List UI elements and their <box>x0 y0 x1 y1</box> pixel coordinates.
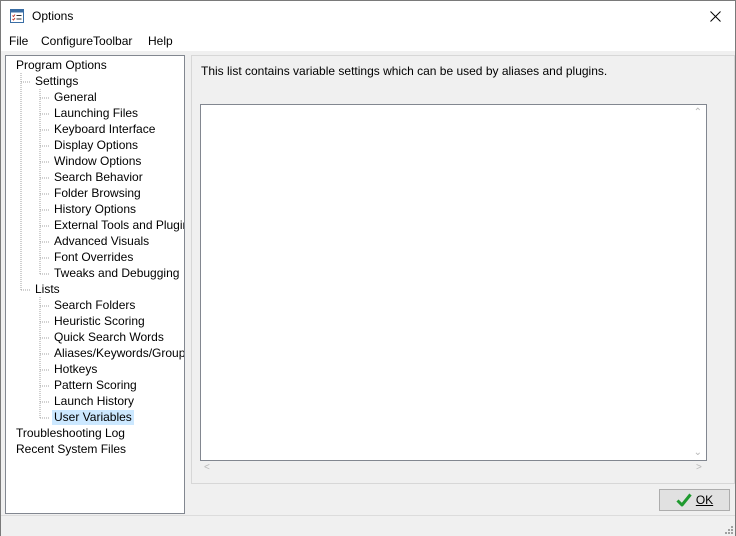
tree-node[interactable]: Recent System Files <box>14 442 128 457</box>
settings-panel: This list contains variable settings whi… <box>191 55 735 484</box>
scroll-right-icon[interactable]: > <box>696 462 702 473</box>
tree-node[interactable]: History Options <box>52 202 138 217</box>
tree-node[interactable]: Keyboard Interface <box>52 122 157 137</box>
tree-node[interactable]: Font Overrides <box>52 250 135 265</box>
scroll-down-icon[interactable]: ⌄ <box>694 447 702 458</box>
ok-button-label: OK <box>695 493 714 507</box>
options-tree[interactable]: Program Options Settings General Launching … <box>5 55 185 514</box>
menu-bar: File ConfigureToolbar Help <box>1 31 735 51</box>
status-bar <box>1 515 735 536</box>
tree-node[interactable]: Pattern Scoring <box>52 378 139 393</box>
options-window: Options File ConfigureToolbar Help Progr… <box>0 0 736 536</box>
checkmark-icon <box>676 493 692 507</box>
tree-node[interactable]: Launch History <box>52 394 136 409</box>
tree-node[interactable]: Folder Browsing <box>52 186 143 201</box>
title-bar[interactable]: Options <box>1 1 735 31</box>
checklist-icon <box>10 9 24 23</box>
tree-node[interactable]: Troubleshooting Log <box>14 426 127 441</box>
tree-node[interactable]: Display Options <box>52 138 140 153</box>
menu-file[interactable]: File <box>9 34 28 48</box>
close-icon <box>709 10 721 22</box>
tree-node[interactable]: Settings <box>33 74 80 89</box>
tree-node[interactable]: Hotkeys <box>52 362 99 377</box>
user-variables-list[interactable]: ⌃ ⌄ <box>200 104 707 461</box>
panel-description: This list contains variable settings whi… <box>201 64 608 78</box>
tree-node[interactable]: Aliases/Keywords/Groups <box>52 346 184 361</box>
tree-node[interactable]: Quick Search Words <box>52 330 166 345</box>
tree-node[interactable]: Launching Files <box>52 106 140 121</box>
close-button[interactable] <box>695 1 735 31</box>
menu-configure-toolbar[interactable]: ConfigureToolbar <box>41 34 132 48</box>
tree-node[interactable]: Search Folders <box>52 298 137 313</box>
tree-node[interactable]: Heuristic Scoring <box>52 314 147 329</box>
tree-node[interactable]: Search Behavior <box>52 170 145 185</box>
scroll-left-icon[interactable]: < <box>204 462 210 473</box>
tree-node[interactable]: Advanced Visuals <box>52 234 151 249</box>
window-title: Options <box>32 9 74 23</box>
menu-help[interactable]: Help <box>148 34 173 48</box>
tree-node[interactable]: User Variables <box>52 410 134 425</box>
tree-node[interactable]: External Tools and Plugins <box>52 218 184 233</box>
ok-button[interactable]: OK <box>659 489 730 511</box>
tree-node[interactable]: General <box>52 90 99 105</box>
tree-node[interactable]: Program Options <box>14 58 109 73</box>
tree-node[interactable]: Window Options <box>52 154 143 169</box>
scroll-up-icon[interactable]: ⌃ <box>694 107 702 118</box>
tree-node[interactable]: Tweaks and Debugging <box>52 266 181 281</box>
resize-grip-icon[interactable] <box>723 524 733 534</box>
tree-node[interactable]: Lists <box>33 282 62 297</box>
